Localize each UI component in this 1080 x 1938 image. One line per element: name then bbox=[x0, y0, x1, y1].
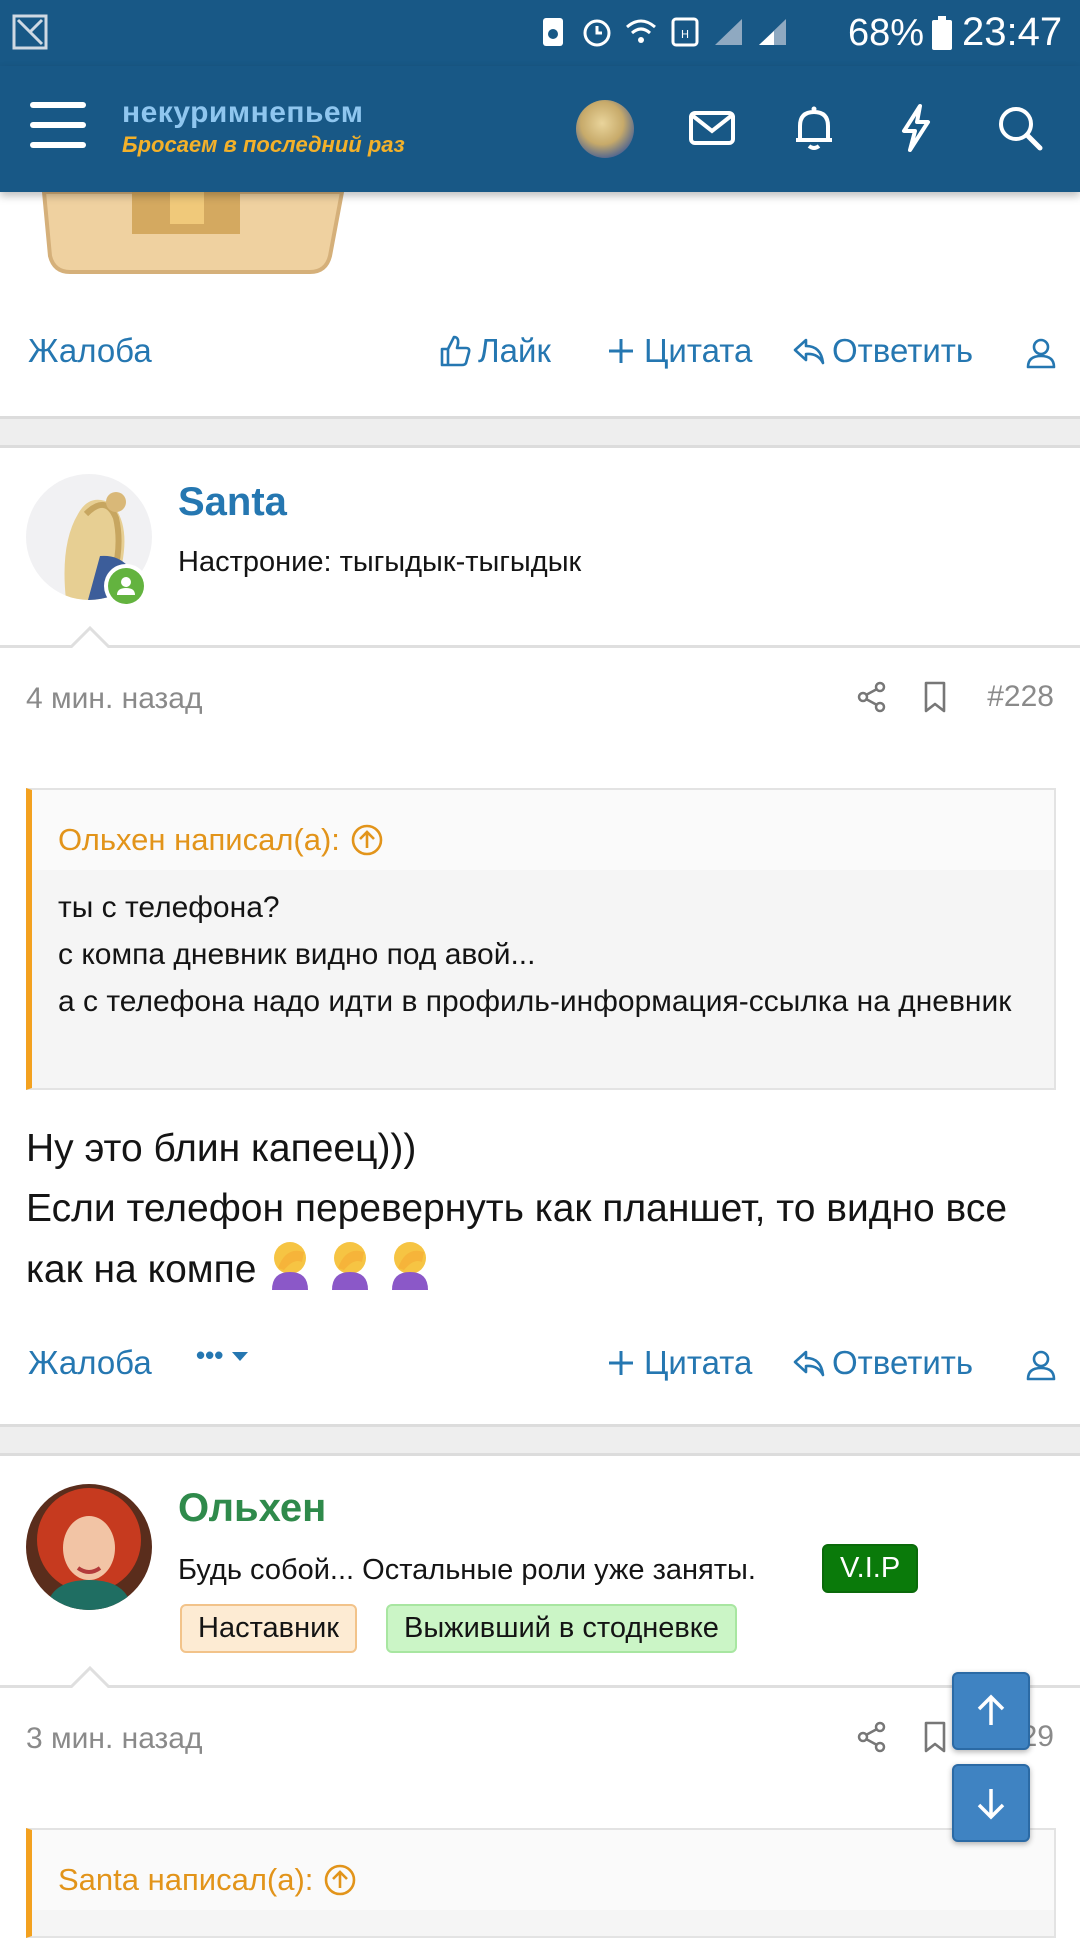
post-text-line: Если телефон перевернуть как планшет, то… bbox=[26, 1187, 1008, 1291]
battery-percent: 68% bbox=[848, 12, 925, 54]
quote-header[interactable]: Santa написал(а): bbox=[32, 1830, 1054, 1910]
bookmark-icon[interactable] bbox=[918, 680, 952, 714]
reply-button[interactable]: Ответить bbox=[792, 1344, 973, 1382]
user-icon[interactable] bbox=[1024, 336, 1058, 370]
quote-line: а с телефона надо идти в профиль-информа… bbox=[58, 985, 1012, 1018]
reply-icon bbox=[793, 338, 825, 365]
post-number[interactable]: #228 bbox=[987, 680, 1054, 714]
post-228-meta: 4 мин. назад #228 bbox=[0, 670, 1080, 730]
quote-label: Цитата bbox=[644, 1344, 753, 1381]
reply-label: Ответить bbox=[832, 1344, 974, 1381]
speech-pointer bbox=[70, 1666, 110, 1688]
post-attachment-image bbox=[41, 192, 345, 274]
report-link[interactable]: Жалоба bbox=[28, 1344, 152, 1382]
signal-icon bbox=[759, 19, 786, 45]
facepalm-emoji-icon bbox=[272, 1242, 309, 1290]
user-title: Будь собой... Остальные роли уже заняты. bbox=[178, 1554, 756, 1586]
lightning-icon[interactable] bbox=[890, 102, 942, 154]
quote-body: ты с телефона? с компа дневник видно под… bbox=[32, 870, 1054, 1041]
mail-icon[interactable] bbox=[686, 102, 738, 154]
scroll-to-top-button[interactable] bbox=[952, 1672, 1030, 1750]
online-status-icon bbox=[104, 564, 148, 608]
share-icon[interactable] bbox=[855, 1720, 889, 1754]
post-author[interactable]: Santa bbox=[178, 480, 287, 525]
quote-header[interactable]: Ольхен написал(а): bbox=[32, 790, 1054, 870]
post-author[interactable]: Ольхен bbox=[178, 1486, 326, 1531]
thumbs-up-icon bbox=[440, 335, 471, 367]
post-actions-prev: Жалоба Лайк Цитата Ответить bbox=[0, 318, 1080, 388]
reply-label: Ответить bbox=[832, 332, 974, 369]
more-actions-menu[interactable]: ••• bbox=[196, 1340, 251, 1371]
plus-icon bbox=[609, 339, 633, 363]
like-label: Лайк bbox=[478, 332, 551, 369]
quote-block: Ольхен написал(а): ты с телефона? с комп… bbox=[26, 788, 1056, 1090]
sim-icon bbox=[543, 18, 563, 46]
reply-icon bbox=[793, 1350, 825, 1377]
report-label: Жалоба bbox=[28, 1344, 152, 1381]
battery-icon bbox=[932, 16, 952, 50]
bell-icon[interactable] bbox=[788, 102, 840, 154]
plus-icon bbox=[609, 1351, 633, 1375]
search-icon[interactable] bbox=[994, 102, 1046, 154]
menu-icon[interactable] bbox=[30, 102, 86, 154]
more-label: ••• bbox=[196, 1340, 224, 1370]
caret-down-icon bbox=[232, 1351, 249, 1361]
status-icons: H bbox=[536, 14, 790, 50]
post-228-actions: Жалоба ••• Цитата Ответить bbox=[0, 1330, 1080, 1400]
report-label: Жалоба bbox=[28, 332, 152, 369]
post-divider bbox=[0, 1424, 1080, 1456]
hd-icon: H bbox=[671, 17, 699, 47]
app-notification-icon bbox=[12, 14, 48, 50]
speech-pointer bbox=[70, 626, 110, 648]
post-229-meta: 3 мин. назад #229 bbox=[0, 1710, 1080, 1770]
user-title: Настроние: тыгыдык-тыгыдык bbox=[178, 546, 582, 578]
share-icon[interactable] bbox=[855, 680, 889, 714]
post-228-user-block: Santa Настроние: тыгыдык-тыгыдык bbox=[0, 448, 1080, 648]
quote-button[interactable]: Цитата bbox=[604, 332, 752, 370]
arrow-up-circle-icon bbox=[351, 824, 383, 856]
arrow-up-circle-icon bbox=[325, 1864, 356, 1896]
olkhen-avatar[interactable] bbox=[26, 1484, 152, 1610]
alarm-icon bbox=[583, 19, 611, 47]
site-logo[interactable]: некуримнепьем Бросаем в последний раз bbox=[122, 96, 405, 158]
user-avatar-button[interactable] bbox=[576, 100, 634, 158]
facepalm-emoji-icon bbox=[392, 1242, 429, 1290]
post-time[interactable]: 3 мин. назад bbox=[26, 1722, 203, 1756]
quote-button[interactable]: Цитата bbox=[604, 1344, 752, 1382]
reply-button[interactable]: Ответить bbox=[792, 332, 973, 370]
arrow-up-icon bbox=[977, 1694, 1005, 1725]
post-text-paragraph: Если телефон перевернуть как планшет, то… bbox=[26, 1180, 1056, 1299]
like-button[interactable]: Лайк bbox=[438, 332, 551, 370]
post-divider bbox=[0, 416, 1080, 448]
quote-label: Цитата bbox=[644, 332, 753, 369]
post-text-line: Ну это блин капеец))) bbox=[26, 1127, 417, 1170]
bookmark-icon[interactable] bbox=[918, 1720, 952, 1754]
status-bar: H 68% 23:47 bbox=[0, 0, 1080, 66]
logo-tagline: Бросаем в последний раз bbox=[122, 132, 405, 157]
vip-badge: V.I.P bbox=[822, 1544, 919, 1593]
user-icon[interactable] bbox=[1024, 1348, 1058, 1382]
quote-author: Ольхен написал(а): bbox=[58, 822, 340, 857]
quote-block: Santa написал(а): bbox=[26, 1828, 1056, 1938]
report-link[interactable]: Жалоба bbox=[28, 332, 152, 370]
app-header: некуримнепьем Бросаем в последний раз bbox=[0, 66, 1080, 192]
signal-icon bbox=[715, 19, 742, 45]
quote-author: Santa написал(а): bbox=[58, 1862, 314, 1897]
post-body: Ну это блин капеец))) Если телефон перев… bbox=[26, 1120, 1056, 1299]
post-time[interactable]: 4 мин. назад bbox=[26, 682, 203, 716]
svg-text:H: H bbox=[681, 28, 689, 41]
quote-line: ты с телефона? bbox=[58, 891, 280, 924]
arrow-down-icon bbox=[977, 1789, 1005, 1820]
post-229-user-block: Ольхен Будь собой... Остальные роли уже … bbox=[0, 1456, 1080, 1688]
mentor-badge: Наставник bbox=[180, 1604, 357, 1653]
survivor-badge: Выживший в стодневке bbox=[386, 1604, 737, 1653]
clock: 23:47 bbox=[962, 10, 1063, 54]
logo-title: некуримнепьем bbox=[122, 96, 364, 129]
wifi-icon bbox=[626, 19, 656, 43]
facepalm-emoji-icon bbox=[332, 1242, 369, 1290]
scroll-to-bottom-button[interactable] bbox=[952, 1764, 1030, 1842]
avatar-image bbox=[26, 1484, 152, 1610]
quote-line: с компа дневник видно под авой... bbox=[58, 938, 536, 971]
